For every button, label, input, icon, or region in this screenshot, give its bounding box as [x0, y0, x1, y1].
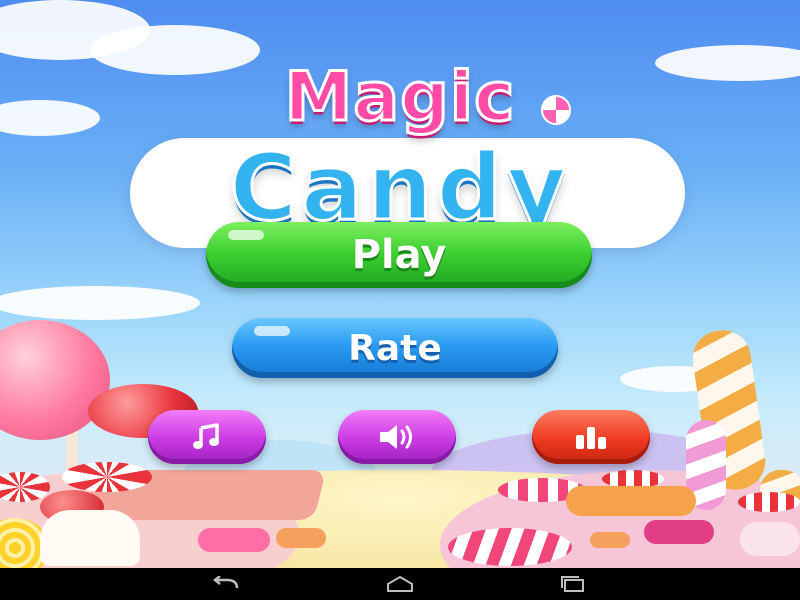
striped-candy — [448, 528, 572, 566]
pink-jelly — [198, 528, 270, 552]
navigation-bar — [0, 568, 800, 600]
play-button[interactable]: Play — [206, 222, 592, 288]
rate-label: Rate — [348, 327, 443, 369]
orange-jelly — [566, 486, 696, 516]
chocolate-swirl — [740, 522, 800, 556]
sound-toggle-button[interactable] — [338, 410, 456, 464]
title-magic: Magic — [283, 57, 516, 139]
button-gloss — [228, 230, 264, 240]
cream-cake — [40, 510, 140, 566]
cloud — [0, 286, 200, 320]
back-button[interactable] — [206, 572, 246, 596]
pink-jelly — [644, 520, 714, 544]
striped-candy — [738, 492, 800, 512]
play-label: Play — [351, 232, 447, 279]
leaderboard-button[interactable] — [532, 410, 650, 464]
lollipop-icon — [541, 95, 571, 125]
rate-button[interactable]: Rate — [232, 318, 558, 378]
bar-chart-icon — [576, 427, 606, 449]
speaker-icon — [380, 425, 412, 449]
peppermint-candy — [62, 462, 152, 492]
music-toggle-button[interactable] — [148, 410, 266, 464]
game-screen: Magic Candy Play Rate — [0, 0, 800, 568]
recent-apps-button[interactable] — [553, 572, 593, 596]
home-button[interactable] — [380, 572, 420, 596]
music-note-icon — [193, 423, 219, 449]
home-icon — [387, 576, 413, 592]
back-arrow-icon — [212, 576, 239, 589]
orange-jelly — [590, 532, 630, 548]
recent-apps-icon — [561, 576, 584, 592]
game-title: Magic Candy — [0, 40, 800, 248]
button-gloss — [254, 326, 290, 336]
orange-jelly — [276, 528, 326, 548]
